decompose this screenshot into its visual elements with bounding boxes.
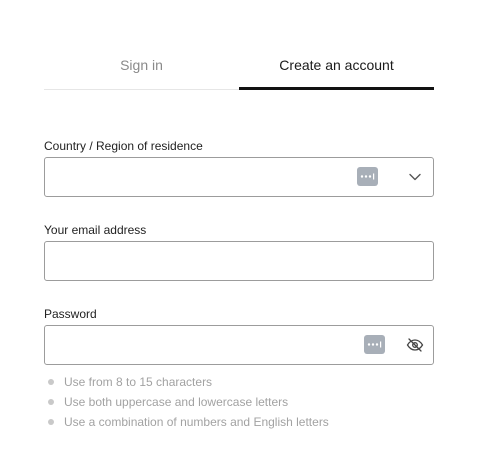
bullet-icon [48,419,54,425]
bullet-icon [48,379,54,385]
country-select[interactable] [44,157,434,197]
requirement-item: Use both uppercase and lowercase letters [48,392,329,412]
password-manager-icon[interactable] [364,335,385,354]
dots-glyph [367,341,382,348]
tab-create-account[interactable]: Create an account [239,40,434,90]
eye-off-icon[interactable] [405,335,425,355]
email-label: Your email address [44,223,147,237]
password-field[interactable] [44,325,434,365]
requirement-item: Use from 8 to 15 characters [48,372,329,392]
tab-sign-in[interactable]: Sign in [44,40,239,89]
requirement-text: Use both uppercase and lowercase letters [64,395,289,409]
auth-tabs: Sign in Create an account [44,40,434,90]
bullet-icon [48,399,54,405]
requirement-text: Use a combination of numbers and English… [64,415,329,429]
chevron-down-icon[interactable] [405,167,425,187]
requirement-item: Use a combination of numbers and English… [48,412,329,432]
password-requirements: Use from 8 to 15 characters Use both upp… [48,372,329,432]
email-field[interactable] [44,241,434,281]
country-label: Country / Region of residence [44,139,203,153]
dots-glyph [360,173,375,180]
password-label: Password [44,307,97,321]
password-manager-icon[interactable] [357,167,378,186]
requirement-text: Use from 8 to 15 characters [64,375,213,389]
